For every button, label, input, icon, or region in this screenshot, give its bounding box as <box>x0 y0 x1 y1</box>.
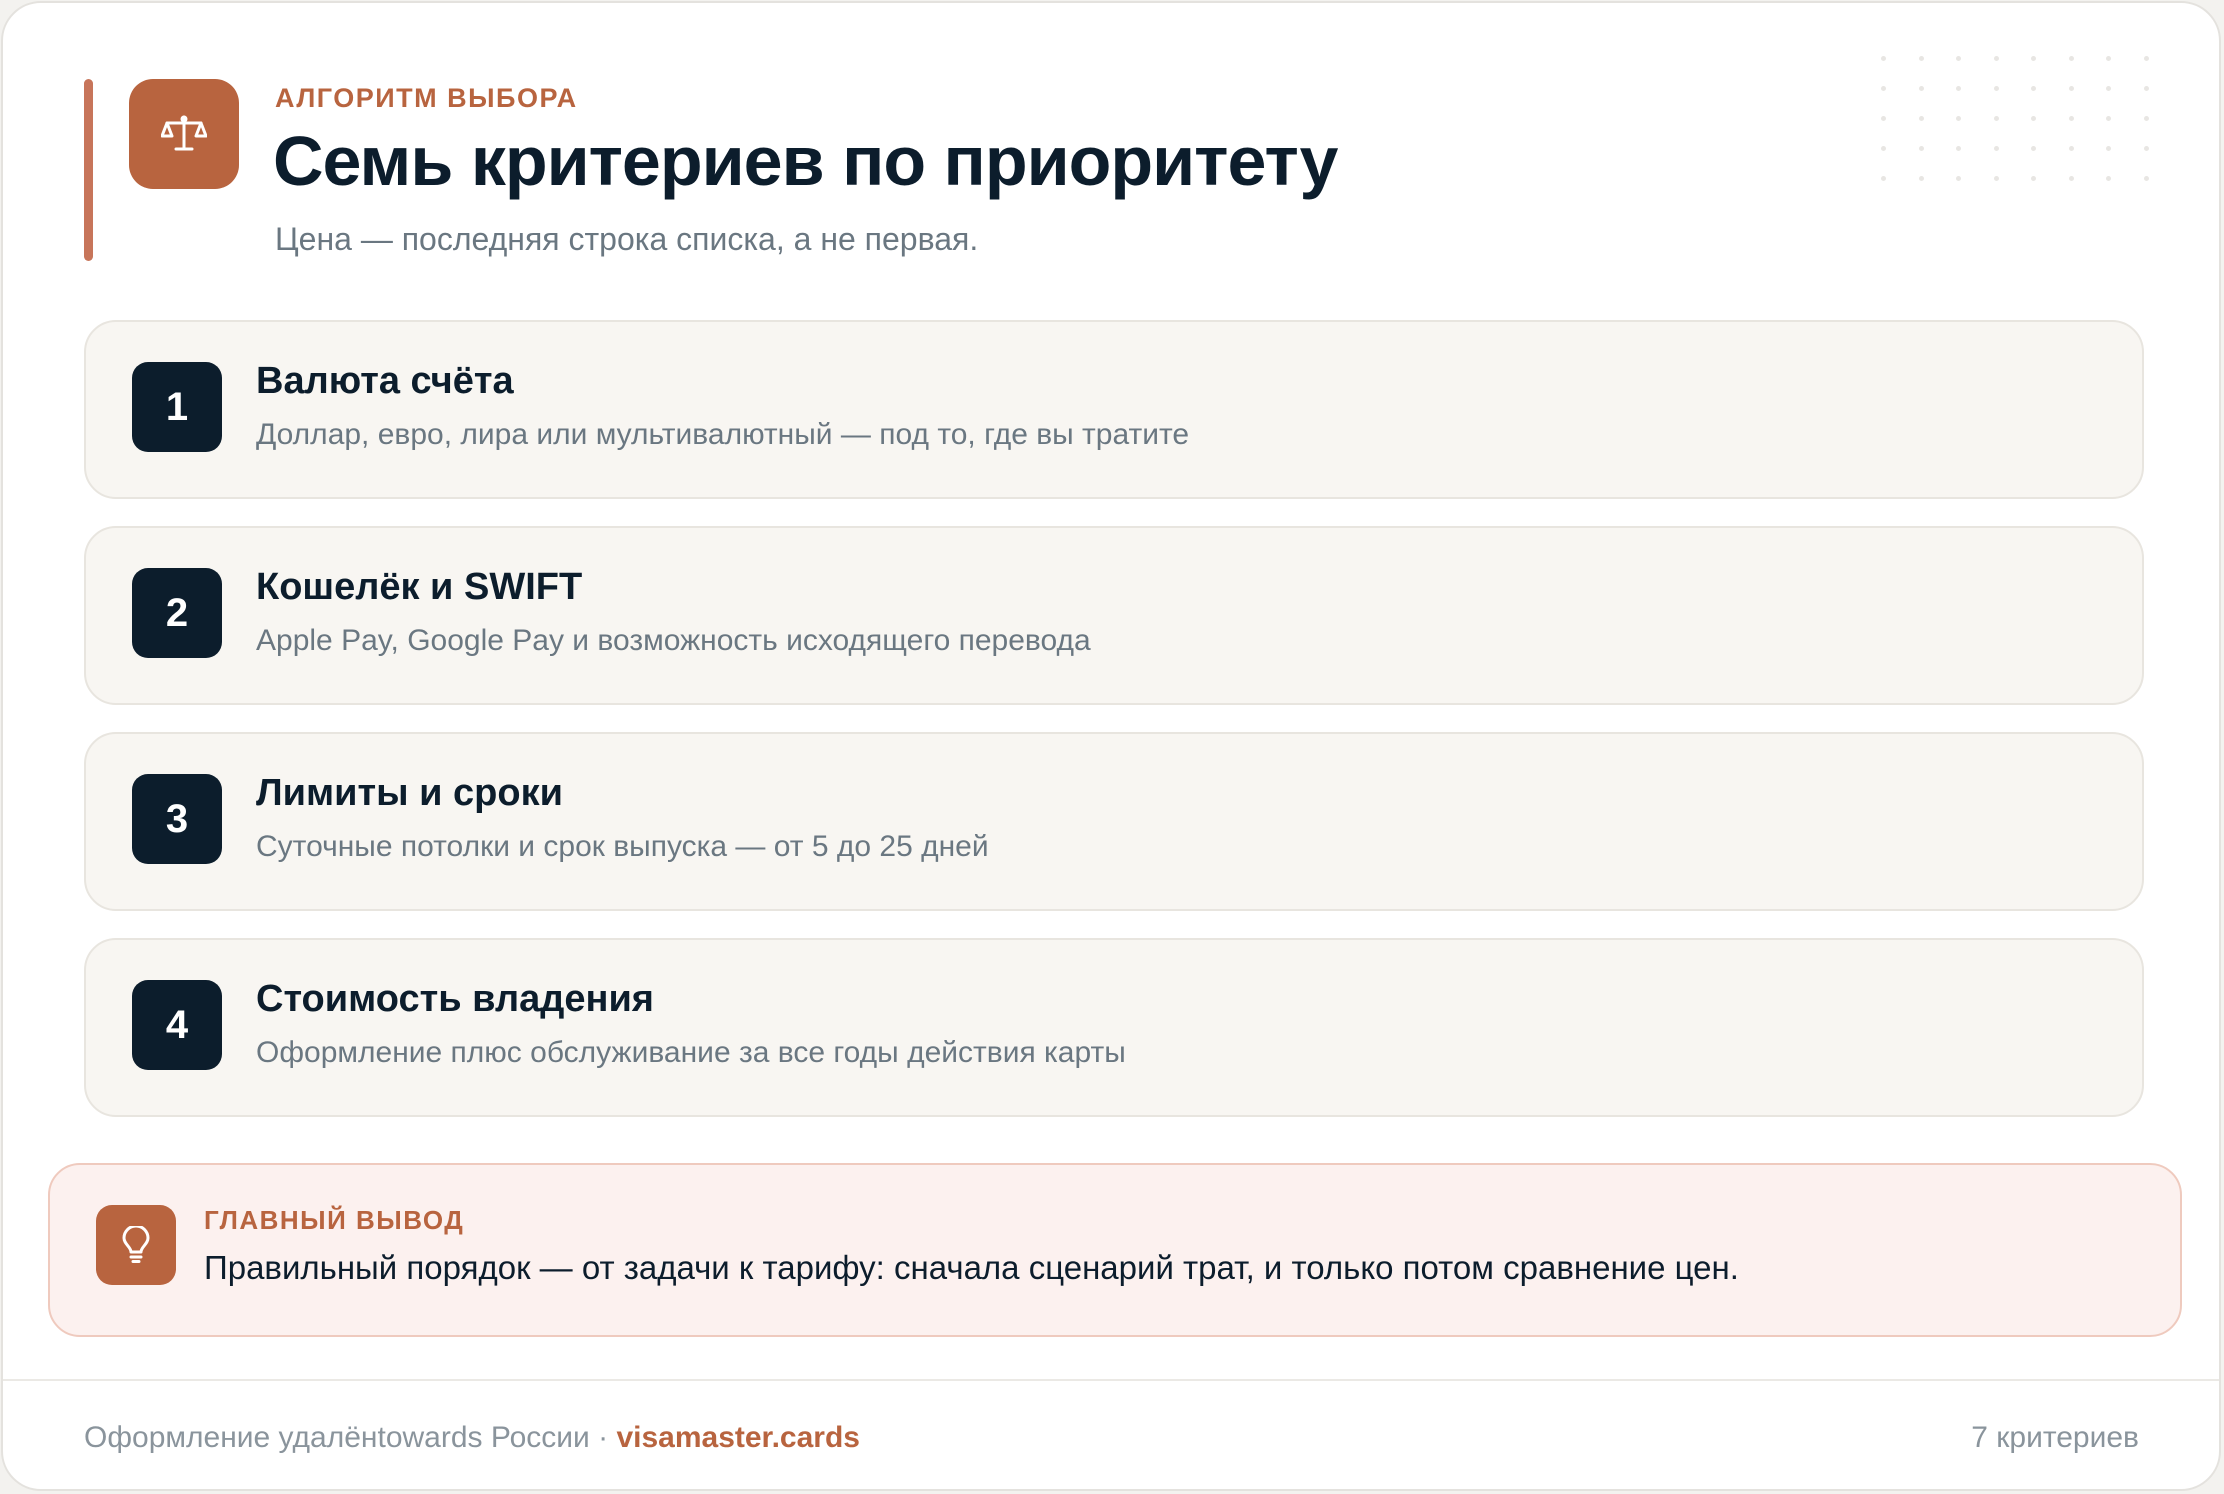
scales-icon <box>129 79 239 189</box>
page-subtitle: Цена — последняя строка списка, а не пер… <box>275 221 979 257</box>
criterion-card: 3 Лимиты и сроки Суточные потолки и срок… <box>84 732 2144 911</box>
criteria-count: 7 критериев <box>1971 1421 2139 1454</box>
section-kicker: АЛГОРИТМ ВЫБОРА <box>275 83 578 113</box>
takeaway-label: ГЛАВНЫЙ ВЫВОД <box>204 1205 465 1235</box>
criterion-description: Оформление плюс обслуживание за все годы… <box>256 1036 1126 1069</box>
criterion-card: 4 Стоимость владения Оформление плюс обс… <box>84 938 2144 1117</box>
criterion-card: 2 Кошелёк и SWIFT Apple Pay, Google Pay … <box>84 526 2144 705</box>
criterion-number-badge: 3 <box>132 774 222 864</box>
takeaway-text: Правильный порядок — от задачи к тарифу:… <box>204 1249 1739 1286</box>
criterion-description: Суточные потолки и срок выпуска — от 5 д… <box>256 830 989 863</box>
footer-note-text: Оформление удалёнtowards России <box>84 1421 590 1454</box>
footer-brand-link[interactable]: visamaster.cards <box>616 1421 860 1454</box>
footer-divider <box>3 1379 2219 1381</box>
footer-note: Оформление удалёнtowards России · visama… <box>84 1421 860 1455</box>
takeaway-callout: ГЛАВНЫЙ ВЫВОД Правильный порядок — от за… <box>48 1163 2182 1337</box>
criterion-description: Apple Pay, Google Pay и возможность исхо… <box>256 624 1091 657</box>
footer-separator: · <box>589 1421 617 1454</box>
criterion-title: Лимиты и сроки <box>256 772 563 814</box>
slide-card: АЛГОРИТМ ВЫБОРА Семь критериев по приори… <box>1 1 2221 1491</box>
criterion-number-badge: 2 <box>132 568 222 658</box>
criterion-card: 1 Валюта счёта Доллар, евро, лира или му… <box>84 320 2144 499</box>
header-accent-bar <box>84 79 93 261</box>
criterion-description: Доллар, евро, лира или мультивалютный — … <box>256 418 1190 451</box>
lightbulb-icon <box>96 1205 176 1285</box>
criterion-title: Валюта счёта <box>256 360 514 402</box>
criterion-title: Кошелёк и SWIFT <box>256 566 583 608</box>
criterion-number-badge: 1 <box>132 362 222 452</box>
decorative-dot-grid <box>1865 43 2165 193</box>
criteria-list: 1 Валюта счёта Доллар, евро, лира или му… <box>84 320 2144 1144</box>
criterion-number-badge: 4 <box>132 980 222 1070</box>
page-title: Семь критериев по приоритету <box>273 122 1338 200</box>
criterion-title: Стоимость владения <box>256 978 654 1020</box>
